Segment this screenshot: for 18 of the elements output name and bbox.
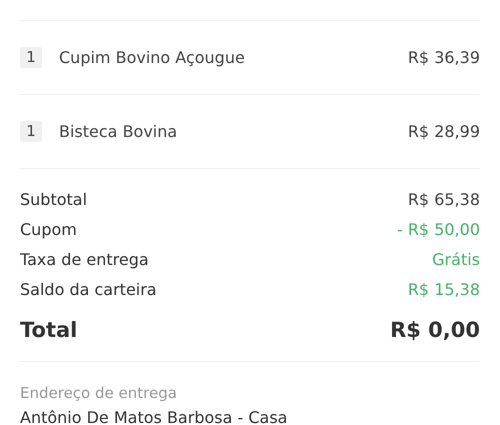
delivery-address: Antônio De Matos Barbosa - Casa (20, 407, 288, 425)
product-name: Cupim Bovino Açougue (59, 46, 246, 68)
quantity-badge: 1 (20, 47, 42, 68)
total-label: Total (20, 317, 78, 344)
summary-value: R$ 65,38 (408, 189, 480, 211)
summary-label: Subtotal (20, 189, 88, 211)
summary-value: R$ 15,38 (408, 279, 480, 301)
product-price: R$ 28,99 (408, 120, 480, 142)
summary-value: - R$ 50,00 (396, 219, 480, 241)
product-name: Bisteca Bovina (59, 120, 178, 142)
total-value: R$ 0,00 (390, 317, 480, 344)
product-price: R$ 36,39 (408, 46, 480, 68)
summary-value: Grátis (432, 249, 480, 271)
summary-label: Taxa de entrega (20, 249, 149, 271)
quantity-badge: 1 (20, 121, 42, 142)
summary-label: Saldo da carteira (20, 279, 157, 301)
summary-label: Cupom (20, 219, 77, 241)
delivery-heading: Endereço de entrega (20, 382, 178, 404)
